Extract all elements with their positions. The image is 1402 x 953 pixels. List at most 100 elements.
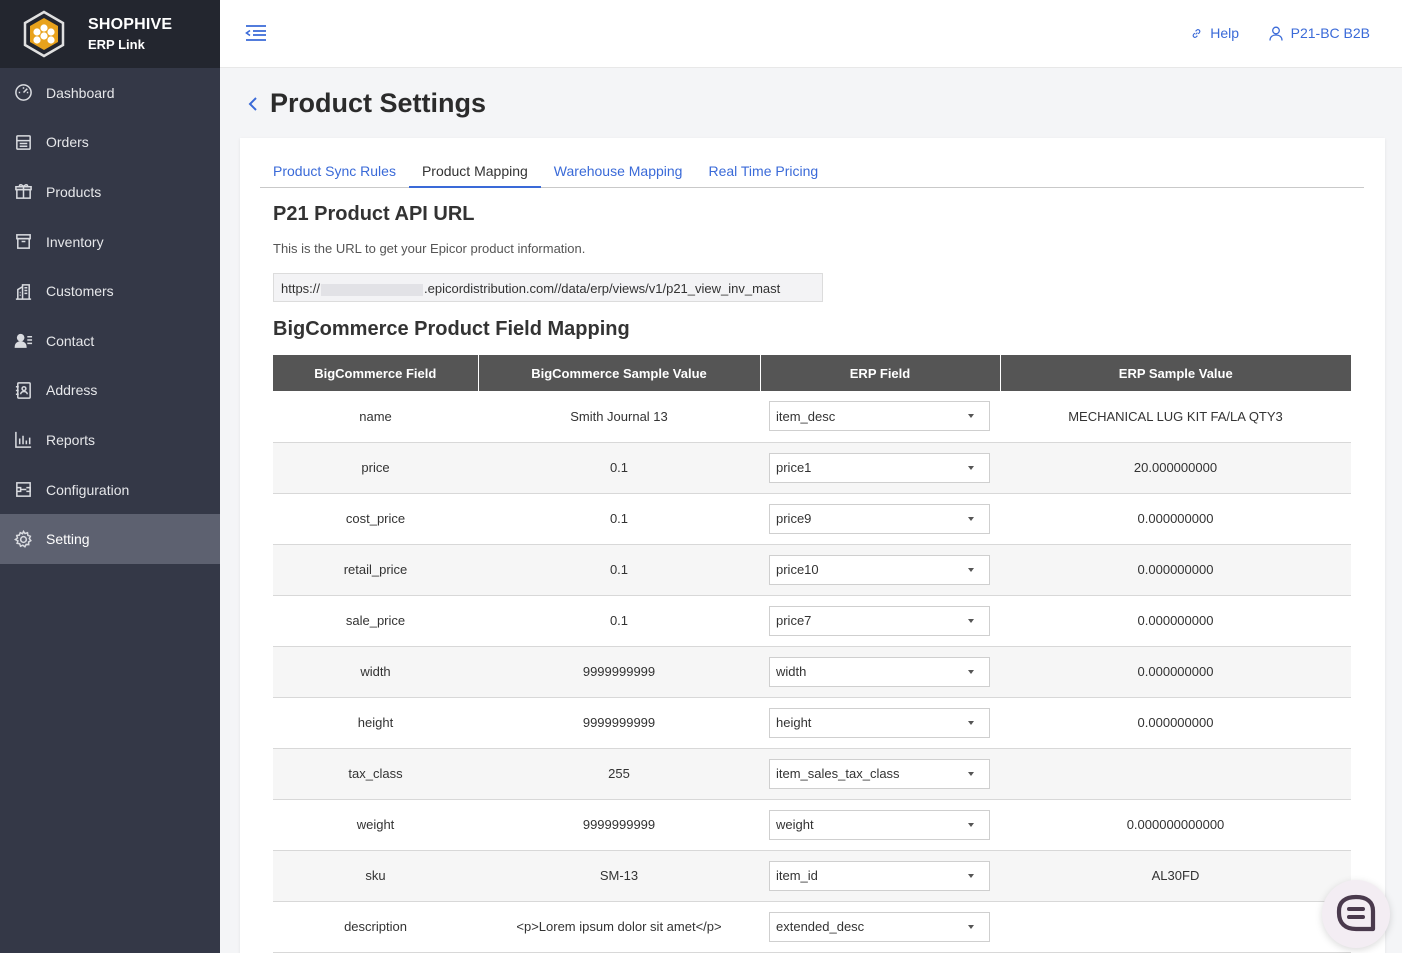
sidebar-item-label: Setting bbox=[46, 531, 90, 548]
bigcommerce-field-cell: cost_price bbox=[273, 493, 478, 545]
erp-field-select[interactable]: item_desc bbox=[769, 401, 990, 432]
chevron-left-icon bbox=[248, 96, 257, 111]
erp-field-cell: item_id bbox=[760, 850, 1000, 902]
bigcommerce-field-cell: retail_price bbox=[273, 544, 478, 596]
erp-field-select[interactable]: extended_desc bbox=[769, 911, 990, 942]
table-row: width 9999999999 width 0.000000000 bbox=[273, 646, 1351, 698]
dashboard-icon bbox=[13, 83, 33, 103]
api-url-title: P21 Product API URL bbox=[273, 203, 475, 225]
erp-sample-cell: MECHANICAL LUG KIT FA/LA QTY3 bbox=[1000, 391, 1351, 443]
table-row: height 9999999999 height 0.000000000 bbox=[273, 697, 1351, 749]
archive-icon bbox=[13, 232, 33, 252]
sidebar-item-dashboard[interactable]: Dashboard bbox=[0, 68, 220, 118]
tab-product-sync-rules[interactable]: Product Sync Rules bbox=[260, 156, 409, 188]
bigcommerce-sample-cell: <p>Lorem ipsum dolor sit amet</p> bbox=[478, 901, 760, 953]
table-row: description <p>Lorem ipsum dolor sit amet… bbox=[273, 901, 1351, 953]
address-icon bbox=[13, 380, 33, 400]
erp-field-select[interactable]: price9 bbox=[769, 503, 990, 534]
caret-down-icon bbox=[968, 567, 974, 572]
back-button[interactable] bbox=[248, 94, 260, 114]
bigcommerce-field-cell: width bbox=[273, 646, 478, 698]
erp-field-value: height bbox=[776, 715, 812, 730]
erp-field-select[interactable]: price10 bbox=[769, 554, 990, 585]
user-name: P21-BC B2B bbox=[1290, 25, 1370, 41]
chat-button[interactable] bbox=[1322, 880, 1390, 948]
erp-field-cell: price9 bbox=[760, 493, 1000, 545]
erp-field-value: item_sales_tax_class bbox=[776, 766, 900, 781]
erp-sample-cell bbox=[1000, 901, 1351, 953]
settings-card: Product Sync Rules Product Mapping Wareh… bbox=[240, 138, 1385, 953]
sidebar-item-label: Customers bbox=[46, 283, 114, 300]
sidebar-item-inventory[interactable]: Inventory bbox=[0, 217, 220, 267]
erp-field-cell: weight bbox=[760, 799, 1000, 851]
erp-field-select[interactable]: price1 bbox=[769, 452, 990, 483]
erp-field-select[interactable]: width bbox=[769, 656, 990, 687]
table-row: sku SM-13 item_id AL30FD bbox=[273, 850, 1351, 902]
brand-name: SHOPHIVE bbox=[88, 16, 173, 33]
tab-bar: Product Sync Rules Product Mapping Wareh… bbox=[260, 156, 1364, 188]
caret-down-icon bbox=[968, 771, 974, 776]
erp-field-value: item_id bbox=[776, 868, 818, 883]
sidebar-item-contact[interactable]: Contact bbox=[0, 316, 220, 366]
link-icon bbox=[1192, 28, 1201, 38]
api-url-field[interactable]: https:// .epicordistribution.com//data/er… bbox=[273, 273, 823, 302]
sidebar-item-label: Inventory bbox=[46, 233, 104, 250]
erp-field-value: price10 bbox=[776, 562, 819, 577]
sidebar-item-address[interactable]: Address bbox=[0, 366, 220, 416]
sidebar-item-setting[interactable]: Setting bbox=[0, 514, 220, 564]
menu-collapse-icon[interactable] bbox=[245, 23, 267, 43]
bigcommerce-field-cell: price bbox=[273, 442, 478, 494]
bigcommerce-sample-cell: 9999999999 bbox=[478, 799, 760, 851]
shophive-logo-icon bbox=[23, 10, 65, 58]
erp-field-select[interactable]: price7 bbox=[769, 605, 990, 636]
erp-field-select[interactable]: weight bbox=[769, 809, 990, 840]
sidebar-item-products[interactable]: Products bbox=[0, 167, 220, 217]
erp-field-cell: item_desc bbox=[760, 391, 1000, 443]
bigcommerce-sample-cell: 255 bbox=[478, 748, 760, 800]
erp-field-select[interactable]: height bbox=[769, 707, 990, 738]
erp-field-value: price1 bbox=[776, 460, 812, 475]
gear-icon bbox=[13, 529, 33, 549]
tab-product-mapping[interactable]: Product Mapping bbox=[408, 156, 541, 188]
erp-field-cell: price7 bbox=[760, 595, 1000, 647]
sidebar-item-label: Configuration bbox=[46, 481, 130, 498]
erp-field-value: price9 bbox=[776, 511, 812, 526]
sidebar-item-orders[interactable]: Orders bbox=[0, 118, 220, 168]
user-menu[interactable]: P21-BC B2B bbox=[1268, 25, 1370, 41]
bigcommerce-sample-cell: 9999999999 bbox=[478, 646, 760, 698]
sidebar-item-label: Reports bbox=[46, 431, 96, 448]
erp-field-value: item_desc bbox=[776, 408, 836, 424]
contact-icon bbox=[13, 331, 33, 351]
table-row: weight 9999999999 weight 0.000000000000 bbox=[273, 799, 1351, 851]
erp-sample-cell: 20.000000000 bbox=[1000, 442, 1351, 494]
table-row: cost_price 0.1 price9 0.000000000 bbox=[273, 493, 1351, 545]
sidebar-item-reports[interactable]: Reports bbox=[0, 415, 220, 465]
tab-real-time-pricing[interactable]: Real Time Pricing bbox=[695, 156, 831, 188]
caret-down-icon bbox=[968, 516, 974, 521]
user-icon bbox=[1268, 26, 1283, 41]
gift-icon bbox=[13, 182, 33, 202]
bigcommerce-field-cell: description bbox=[273, 901, 478, 953]
erp-field-select[interactable]: item_id bbox=[769, 860, 990, 891]
url-prefix: https:// bbox=[281, 281, 321, 296]
erp-sample-cell: 0.000000000 bbox=[1000, 697, 1351, 749]
tab-warehouse-mapping[interactable]: Warehouse Mapping bbox=[541, 156, 696, 188]
bar-chart-icon bbox=[13, 430, 33, 450]
mapping-table: BigCommerce Field BigCommerce Sample Val… bbox=[273, 355, 1351, 953]
sidebar-item-customers[interactable]: Customers bbox=[0, 266, 220, 316]
page-title: Product Settings bbox=[270, 88, 487, 118]
erp-sample-cell: 0.000000000000 bbox=[1000, 799, 1351, 851]
brand[interactable]: SHOPHIVE ERP Link bbox=[0, 0, 220, 68]
erp-field-value: width bbox=[776, 664, 807, 679]
caret-down-icon bbox=[968, 669, 974, 674]
erp-field-cell: extended_desc bbox=[760, 901, 1000, 953]
sidebar-item-label: Products bbox=[46, 183, 102, 200]
sidebar-item-configuration[interactable]: Configuration bbox=[0, 465, 220, 515]
erp-field-value: price7 bbox=[776, 613, 812, 628]
column-header: ERP Field bbox=[760, 355, 1001, 391]
sidebar-nav: Dashboard Orders Products Inventory Cust… bbox=[0, 68, 220, 564]
erp-field-cell: width bbox=[760, 646, 1000, 698]
topbar: Help P21-BC B2B bbox=[220, 0, 1402, 68]
help-link[interactable]: Help bbox=[1191, 25, 1239, 41]
erp-field-select[interactable]: item_sales_tax_class bbox=[769, 758, 990, 789]
